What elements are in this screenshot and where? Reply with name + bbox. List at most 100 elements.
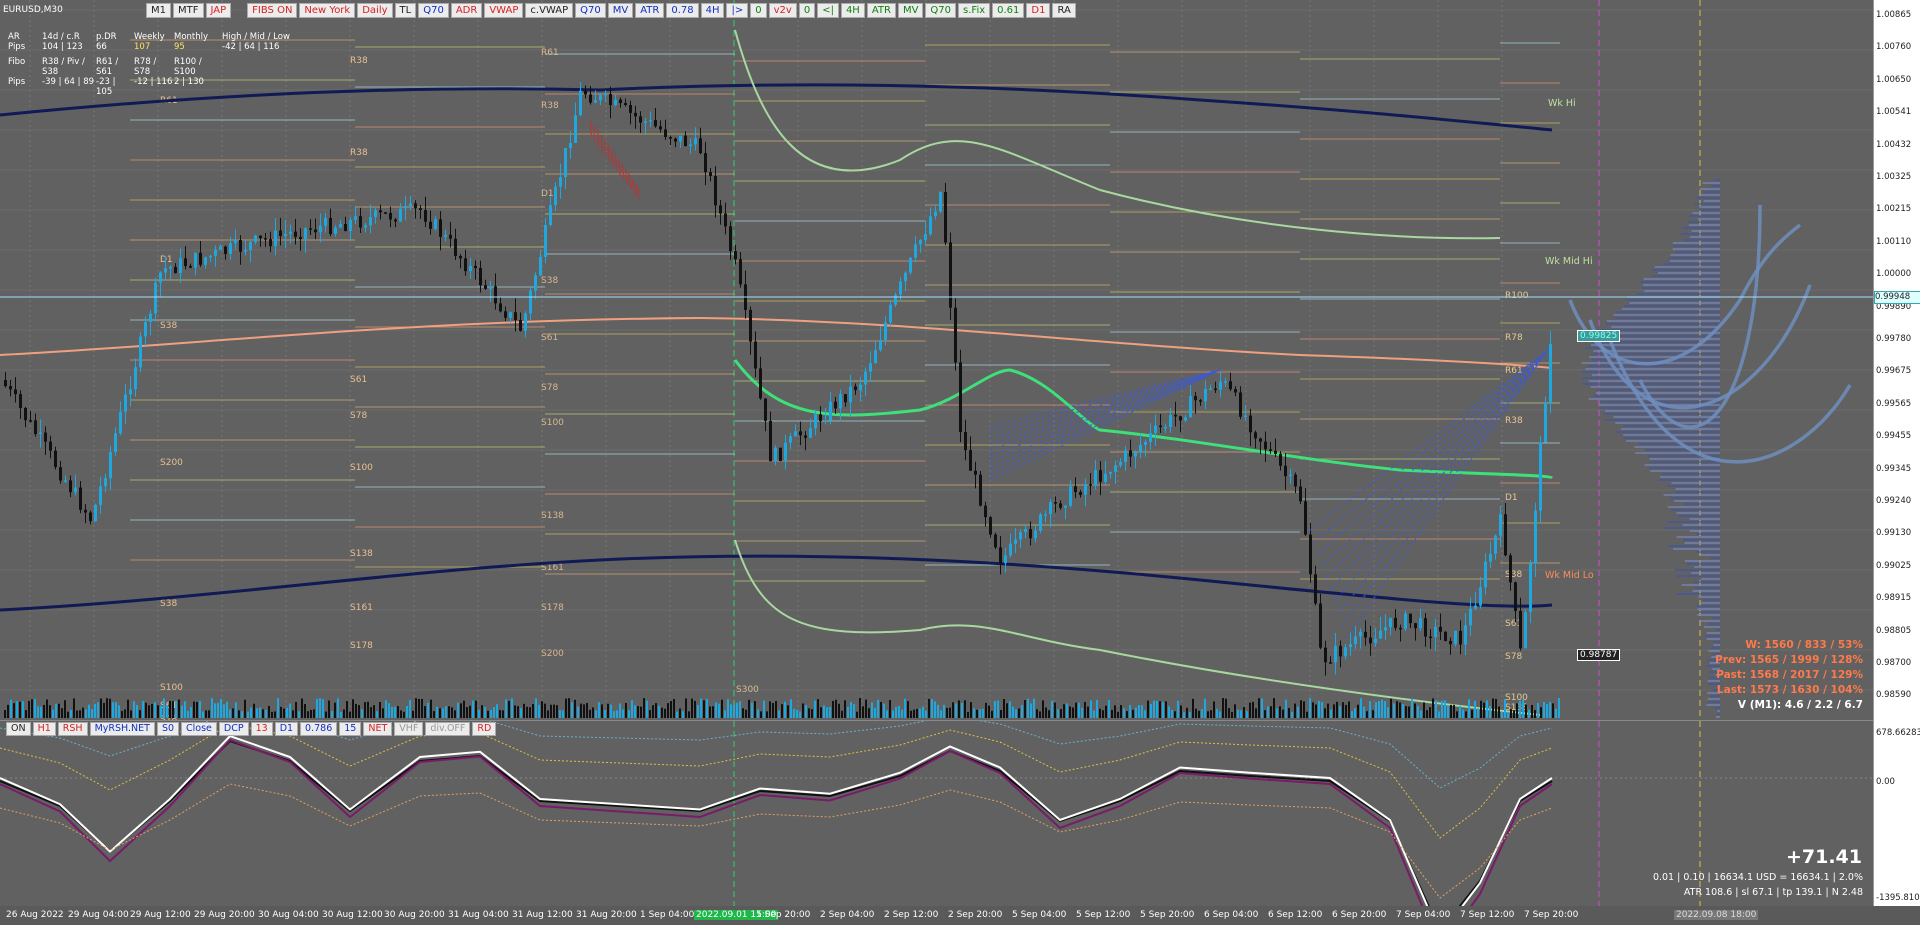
volume-bar xyxy=(307,711,309,718)
toolbar-button-group2-6[interactable]: VWAP xyxy=(484,3,524,18)
candle-body xyxy=(284,233,287,236)
indicator-button[interactable]: S0 xyxy=(156,722,180,736)
candle-body xyxy=(529,290,532,314)
indicator-button[interactable]: H1 xyxy=(32,722,56,736)
toolbar-button-group2-18[interactable]: 4H xyxy=(840,3,865,18)
candle-body xyxy=(1439,626,1442,632)
toolbar-button-group2-24[interactable]: D1 xyxy=(1026,3,1051,18)
volume-bar xyxy=(16,701,18,718)
candle-body xyxy=(864,371,867,385)
volume-bar xyxy=(718,703,720,718)
indicator-button[interactable]: 0.786 xyxy=(300,722,338,736)
indicator-button[interactable]: RSH xyxy=(57,722,88,736)
volume-bar xyxy=(1432,698,1434,718)
price-tick: 1.00865 xyxy=(1876,10,1912,20)
indicator-button[interactable]: ON xyxy=(6,722,31,736)
toolbar-button-group2-9[interactable]: MV xyxy=(607,3,634,18)
toolbar-button-group2-7[interactable]: c.VWAP xyxy=(525,3,574,18)
volume-bar xyxy=(1465,711,1467,718)
candle-body xyxy=(574,115,577,143)
volume-bar xyxy=(934,701,936,718)
toolbar-button-group2-17[interactable]: <| xyxy=(817,3,839,18)
volume-bar xyxy=(1003,699,1005,718)
stats-cell: Fibo xyxy=(8,57,26,67)
volume-bar xyxy=(979,709,981,718)
volume-bar xyxy=(1204,698,1206,718)
candle-body xyxy=(14,389,17,395)
volume-bar xyxy=(436,706,438,718)
toolbar-button-group2-3[interactable]: TL xyxy=(394,3,417,18)
volume-bar xyxy=(946,707,948,718)
volume-bar xyxy=(1000,709,1002,718)
toolbar-button-group2-4[interactable]: Q70 xyxy=(418,3,449,18)
candle-body xyxy=(829,401,832,421)
indicator-button[interactable]: 13 xyxy=(250,722,273,736)
toolbar-button-group2-2[interactable]: Daily xyxy=(357,3,393,18)
indicator-button[interactable]: RD xyxy=(472,722,497,736)
volume-bar xyxy=(343,709,345,718)
stats-pips-row: Pips 104 | 123 66 107 95 -42 | 64 | 116 xyxy=(8,42,302,52)
candle-body xyxy=(384,212,387,214)
toolbar-button-group2-14[interactable]: 0 xyxy=(750,3,767,18)
candle-body xyxy=(1179,416,1182,421)
toolbar-button-group2-8[interactable]: Q70 xyxy=(575,3,606,18)
indicator-button[interactable]: Close xyxy=(181,722,217,736)
toolbar-button-group2-21[interactable]: Q70 xyxy=(925,3,957,18)
fan-line-red xyxy=(589,128,641,197)
volume-bar xyxy=(133,701,135,718)
toolbar-button-group2-5[interactable]: ADR xyxy=(450,3,483,18)
volume-bar xyxy=(364,702,366,718)
candle-body xyxy=(509,312,512,318)
candle-body xyxy=(159,272,162,283)
candle-body xyxy=(1509,555,1512,583)
candle-body xyxy=(519,320,522,331)
level-label: S78 xyxy=(350,411,367,421)
toolbar-button-group2-22[interactable]: s.Fix xyxy=(958,3,991,18)
volume-bar xyxy=(634,705,636,718)
toolbar-button-group1-0[interactable]: M1 xyxy=(146,3,171,18)
fan-line-red xyxy=(589,134,641,201)
toolbar-button-group2-23[interactable]: 0.61 xyxy=(992,3,1025,18)
toolbar-button-group2-16[interactable]: 0 xyxy=(798,3,816,18)
indicator-button[interactable]: NET xyxy=(363,722,393,736)
indicator-button[interactable]: DCP xyxy=(218,722,249,736)
toolbar-button-group2-25[interactable]: RA xyxy=(1052,3,1076,18)
toolbar-button-group2-12[interactable]: 4H xyxy=(700,3,725,18)
candle-body xyxy=(1309,534,1312,575)
indicator-pane[interactable] xyxy=(0,721,1873,906)
indicator-button[interactable]: D1 xyxy=(274,722,299,736)
volume-bar xyxy=(1537,702,1539,718)
price-tick: 0.99565 xyxy=(1876,398,1912,409)
volume-bar xyxy=(310,709,312,718)
volume-bar xyxy=(1180,705,1182,718)
volume-bar xyxy=(553,704,555,718)
volume-bar xyxy=(763,700,765,718)
toolbar-button-group2-20[interactable]: MV xyxy=(897,3,924,18)
candle-body xyxy=(434,219,437,229)
indicator-button[interactable]: VHF xyxy=(394,722,424,736)
volume-bar xyxy=(1555,708,1557,718)
toolbar-button-group1-1[interactable]: MTF xyxy=(173,3,204,18)
volume-bar xyxy=(796,709,798,718)
candle-body xyxy=(949,242,952,308)
indicator-button[interactable]: 15 xyxy=(339,722,362,736)
toolbar-button-group2-11[interactable]: 0.78 xyxy=(666,3,699,18)
indicator-button[interactable]: div.OFF xyxy=(425,722,471,736)
toolbar-button-group2-1[interactable]: New York xyxy=(299,3,356,18)
volume-bar xyxy=(598,702,600,718)
candle-body xyxy=(699,138,702,154)
indicator-button[interactable]: MyRSH.NET xyxy=(89,722,155,736)
toolbar-button-group2-15[interactable]: v2v xyxy=(768,3,797,18)
toolbar-button-group2-13[interactable]: |> xyxy=(726,3,749,18)
toolbar-button-group2-10[interactable]: ATR xyxy=(635,3,665,18)
volume-bar xyxy=(835,699,837,718)
toolbar-button-group2-0[interactable]: FIBS ON xyxy=(247,3,298,18)
volume-bar xyxy=(772,703,774,718)
volume-bar xyxy=(169,700,171,718)
price-chart[interactable]: R38 R61 R38 D1 S38 S61 S78 S100 S138 S161 S178 S200… xyxy=(0,0,1873,721)
volume-bar xyxy=(1231,711,1233,718)
level-label: S78 xyxy=(160,715,177,720)
volume-bar xyxy=(64,700,66,718)
toolbar-button-group1-2[interactable]: JAP xyxy=(205,3,232,18)
toolbar-button-group2-19[interactable]: ATR xyxy=(866,3,896,18)
